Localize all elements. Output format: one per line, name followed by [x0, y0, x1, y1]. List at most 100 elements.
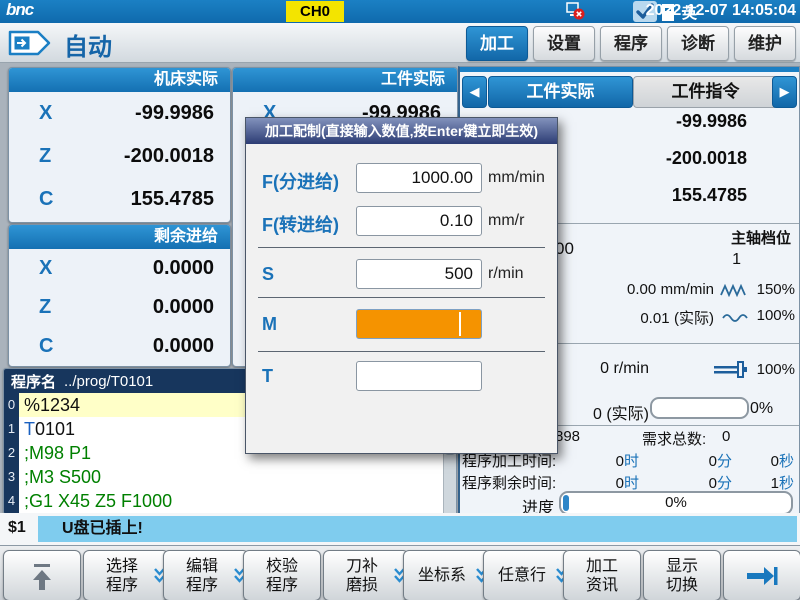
- channel-indicator: $1: [8, 519, 26, 537]
- axis-value: 0.0000: [153, 296, 214, 319]
- softkey-label: 显示 切换: [666, 557, 698, 595]
- m-code-label: M: [262, 314, 277, 335]
- feed-programmed: 0.00 mm/min: [627, 281, 714, 299]
- workpiece-c-value: 155.4785: [672, 185, 747, 206]
- remaining-time-seconds: 1秒: [771, 472, 794, 493]
- tab-scroll-left-button[interactable]: ◀: [462, 76, 487, 108]
- axis-label: C: [39, 335, 53, 358]
- line-number: 2: [4, 441, 19, 465]
- t-code-label: T: [262, 366, 273, 387]
- next-menu-button[interactable]: [723, 550, 800, 600]
- softkey-label: 选择 程序: [106, 557, 138, 595]
- top-bar: bnc CH0 英 2022-12-07 14:05:04: [0, 0, 800, 23]
- axis-value: 0.0000: [153, 335, 214, 358]
- m-code-input[interactable]: [356, 309, 482, 339]
- machining-time-minutes: 0分: [709, 450, 732, 471]
- progress-percent: 0%: [561, 494, 791, 511]
- feed-per-min-label: F(分进给): [262, 168, 339, 194]
- axis-value: 155.4785: [131, 188, 214, 211]
- softkey-label: 编辑 程序: [186, 557, 218, 595]
- select-program-button[interactable]: 选择 程序: [83, 550, 169, 600]
- line-number: 4: [4, 489, 19, 513]
- edit-program-button[interactable]: 编辑 程序: [163, 550, 249, 600]
- brand-logo: bnc: [6, 0, 33, 20]
- program-line[interactable]: 4 ;G1 X45 Z5 F1000: [4, 489, 456, 513]
- line-number: 1: [4, 417, 19, 441]
- tab-workpiece-command[interactable]: 工件指令: [633, 76, 778, 108]
- datetime: 2022-12-07 14:05:04: [646, 2, 796, 20]
- dialog-title: 加工配制(直接输入数值,按Enter键立即生效): [246, 118, 557, 144]
- feed-per-rev-unit: mm/r: [488, 212, 524, 230]
- machining-info-button[interactable]: 加工 资讯: [563, 550, 641, 600]
- axis-row-c: C 155.4785: [9, 178, 230, 221]
- feed-per-rev-label: F(转进给): [262, 211, 339, 237]
- arrow-right-icon: [744, 563, 780, 589]
- return-up-button[interactable]: [3, 550, 81, 600]
- tab-program[interactable]: 程序: [600, 26, 662, 61]
- demand-total-value: 0: [722, 428, 730, 445]
- spindle-actual: 0 (实际): [593, 400, 649, 424]
- remaining-time-minutes: 0分: [709, 472, 732, 493]
- tab-settings[interactable]: 设置: [533, 26, 595, 61]
- program-line[interactable]: 3 ;M3 S500: [4, 465, 456, 489]
- tab-workpiece-actual[interactable]: 工件实际: [488, 76, 633, 108]
- softkey-label: 任意行: [498, 566, 546, 585]
- tab-machining[interactable]: 加工: [466, 26, 528, 61]
- status-message: U盘已插上!: [38, 516, 797, 542]
- demand-total-label: 需求总数:: [642, 428, 706, 449]
- spindle-speed-input[interactable]: [356, 259, 482, 289]
- axis-value: -200.0018: [124, 145, 214, 168]
- dialog-separator: [258, 247, 545, 248]
- rapid-override-percent: 150%: [751, 281, 795, 298]
- tab-scroll-right-button[interactable]: ▶: [772, 76, 797, 108]
- machine-actual-title: 机床实际: [9, 68, 230, 92]
- axis-row-z: Z 0.0000: [9, 288, 230, 327]
- spindle-gear-label: 主轴档位: [731, 227, 791, 248]
- cnc-screen: bnc CH0 英 2022-12-07 14:05:04 自动 加工 设置 程…: [0, 0, 800, 600]
- spindle-load-percent: 0%: [750, 400, 773, 418]
- program-name-label: 程序名: [11, 371, 56, 392]
- main-tabs: 加工 设置 程序 诊断 维护: [466, 26, 796, 61]
- feed-per-min-input[interactable]: [356, 163, 482, 193]
- machine-actual-panel: 机床实际 X -99.9986 Z -200.0018 C 155.4785: [8, 67, 231, 223]
- remaining-time-hours: 0时: [616, 472, 639, 493]
- program-path: ../prog/T0101: [64, 373, 153, 390]
- spindle-speed-label: S: [262, 264, 274, 285]
- completed-count-partial: 898: [555, 428, 580, 445]
- softkey-label: 校验 程序: [266, 557, 298, 595]
- status-bar: $1 U盘已插上!: [0, 513, 800, 545]
- arrow-up-icon: [28, 560, 56, 592]
- tab-maintenance[interactable]: 维护: [734, 26, 796, 61]
- feed-override-wave-icon: [722, 311, 748, 329]
- softkey-label: 刀补 磨损: [346, 557, 378, 595]
- machining-time-hours: 0时: [616, 450, 639, 471]
- t-code-input[interactable]: [356, 361, 482, 391]
- remaining-feed-panel: 剩余进给 X 0.0000 Z 0.0000 C 0.0000: [8, 224, 231, 367]
- feed-per-min-unit: mm/min: [488, 169, 545, 187]
- feed-per-rev-input[interactable]: [356, 206, 482, 236]
- channel-badge: CH0: [286, 1, 344, 22]
- any-line-button[interactable]: 任意行: [483, 550, 571, 600]
- progress-bar: 0%: [559, 491, 793, 515]
- axis-row-c: C 0.0000: [9, 327, 230, 366]
- coordinate-system-button[interactable]: 坐标系: [403, 550, 491, 600]
- spindle-speed: 0 r/min: [600, 360, 649, 378]
- softkey-label: 加工 资讯: [586, 557, 618, 595]
- feed-actual-value: 0.01: [640, 310, 669, 327]
- tab-diagnosis[interactable]: 诊断: [667, 26, 729, 61]
- line-number: 0: [4, 393, 19, 417]
- axis-label: X: [39, 102, 52, 125]
- display-switch-button[interactable]: 显示 切换: [643, 550, 721, 600]
- axis-label: Z: [39, 145, 51, 168]
- axis-label: Z: [39, 296, 51, 319]
- spindle-override-slider-icon: [712, 359, 750, 384]
- verify-program-button[interactable]: 校验 程序: [243, 550, 321, 600]
- panel-top-strip: [460, 67, 799, 72]
- spindle-gear-value: 1: [732, 251, 741, 269]
- spindle-actual-label: (实际): [606, 406, 649, 423]
- spindle-speed-unit: r/min: [613, 360, 649, 377]
- axis-value: -99.9986: [135, 102, 214, 125]
- spindle-actual-value: 0: [593, 406, 602, 423]
- line-text: ;M3 S500: [19, 465, 456, 489]
- tool-wear-button[interactable]: 刀补 磨损: [323, 550, 409, 600]
